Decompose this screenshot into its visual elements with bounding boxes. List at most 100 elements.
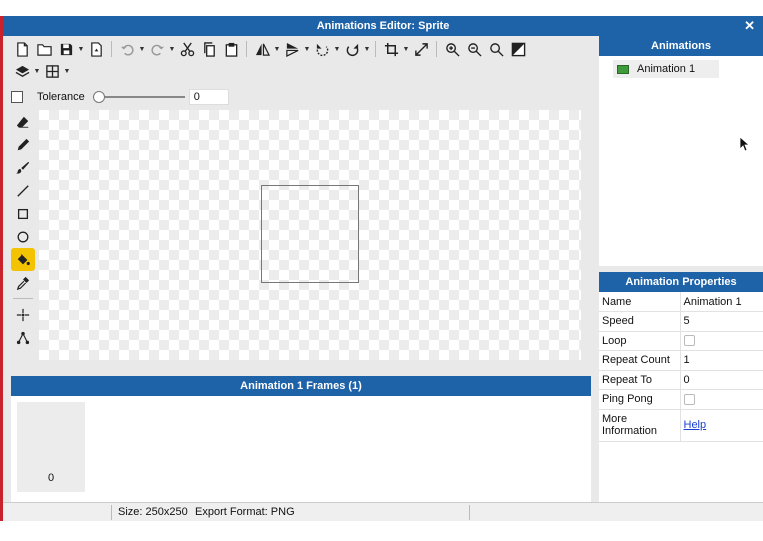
- paste-icon[interactable]: [220, 38, 242, 60]
- crop-dropdown-icon[interactable]: ▼: [402, 38, 410, 60]
- sprite-bounds: [261, 185, 359, 283]
- tolerance-value-field[interactable]: 0: [188, 89, 229, 105]
- toolbar-separator: [436, 41, 437, 57]
- new-file-icon[interactable]: [11, 38, 33, 60]
- crop-icon[interactable]: [380, 38, 402, 60]
- drawing-tools: [11, 110, 37, 349]
- undo-dropdown-icon[interactable]: ▼: [138, 38, 146, 60]
- properties-panel-header: Animation Properties: [599, 272, 763, 292]
- status-size: Size: 250x250: [118, 506, 188, 518]
- redo-icon[interactable]: [146, 38, 168, 60]
- window-title: Animations Editor: Sprite: [316, 20, 450, 32]
- animation-item-label: Animation 1: [637, 63, 696, 75]
- ping-pong-cell: [680, 389, 763, 410]
- eraser-icon[interactable]: [11, 110, 35, 133]
- tolerance-checkbox[interactable]: [11, 91, 23, 103]
- frame-thumbnail[interactable]: 0: [17, 402, 85, 492]
- status-divider: [111, 505, 112, 520]
- brush-icon[interactable]: [11, 156, 35, 179]
- tolerance-slider[interactable]: [92, 90, 185, 104]
- slider-track: [92, 96, 185, 98]
- node-icon[interactable]: [11, 326, 35, 349]
- eyedropper-icon[interactable]: [11, 271, 35, 294]
- redo-dropdown-icon[interactable]: ▼: [168, 38, 176, 60]
- cut-icon[interactable]: [176, 38, 198, 60]
- loop-checkbox[interactable]: [683, 335, 695, 347]
- copy-icon[interactable]: [198, 38, 220, 60]
- tools-separator: [13, 298, 33, 299]
- rotate-cw-dropdown-icon[interactable]: ▼: [363, 38, 371, 60]
- frame-index-label: 0: [47, 472, 55, 484]
- repeat-to-field[interactable]: 0: [680, 370, 763, 390]
- fill-bucket-icon[interactable]: [11, 248, 35, 271]
- property-key: Repeat To: [599, 370, 681, 390]
- zoom-reset-icon[interactable]: [485, 38, 507, 60]
- zoom-in-icon[interactable]: [441, 38, 463, 60]
- properties-table: Name Animation 1 Speed 5 Loop Repeat Cou…: [599, 292, 763, 442]
- ellipse-icon[interactable]: [11, 225, 35, 248]
- flip-vertical-dropdown-icon[interactable]: ▼: [303, 38, 311, 60]
- help-link[interactable]: Help: [684, 419, 707, 431]
- rotate-cw-icon[interactable]: [341, 38, 363, 60]
- pencil-icon[interactable]: [11, 133, 35, 156]
- export-icon[interactable]: [85, 38, 107, 60]
- ping-pong-checkbox[interactable]: [683, 393, 695, 405]
- animation-list-item[interactable]: Animation 1: [613, 60, 719, 78]
- property-row-repeat-to: Repeat To 0: [599, 370, 763, 390]
- animations-editor-window: Animations Editor: Sprite ✕ ▼ ▼ ▼ ▼ ▼ ▼: [0, 16, 763, 521]
- point-icon[interactable]: [11, 303, 35, 326]
- frames-panel: Animation 1 Frames (1) 0: [11, 376, 591, 502]
- tolerance-label: Tolerance: [37, 91, 85, 103]
- main-toolbar: ▼ ▼ ▼ ▼ ▼ ▼ ▼ ▼ ▼ ▼: [11, 38, 591, 86]
- toolbar-separator: [111, 41, 112, 57]
- layers-dropdown-icon[interactable]: ▼: [33, 60, 41, 82]
- close-icon[interactable]: ✕: [744, 16, 755, 36]
- property-row-ping-pong: Ping Pong: [599, 389, 763, 410]
- toolbar-row-1: ▼ ▼ ▼ ▼ ▼ ▼ ▼ ▼: [11, 38, 529, 60]
- status-export-format: Export Format: PNG: [195, 506, 295, 518]
- zoom-out-icon[interactable]: [463, 38, 485, 60]
- rotate-ccw-dropdown-icon[interactable]: ▼: [333, 38, 341, 60]
- toolbar-separator: [375, 41, 376, 57]
- animation-properties-panel: Animation Properties Name Animation 1 Sp…: [599, 272, 763, 502]
- title-bar: Animations Editor: Sprite ✕: [3, 16, 763, 36]
- save-icon[interactable]: [55, 38, 77, 60]
- property-key: Ping Pong: [599, 389, 681, 410]
- tolerance-row: Tolerance 0: [11, 88, 229, 106]
- resize-icon[interactable]: [410, 38, 432, 60]
- toolbar-separator: [246, 41, 247, 57]
- name-field[interactable]: Animation 1: [680, 292, 763, 312]
- property-row-name: Name Animation 1: [599, 292, 763, 312]
- property-key: Loop: [599, 331, 681, 351]
- animation-color-swatch: [617, 64, 629, 74]
- slider-thumb[interactable]: [92, 91, 105, 103]
- property-row-more-information: More Information Help: [599, 409, 763, 442]
- grid-icon[interactable]: [41, 60, 63, 82]
- property-key: Repeat Count: [599, 350, 681, 371]
- property-key: More Information: [599, 409, 681, 442]
- property-key: Speed: [599, 311, 681, 332]
- property-row-speed: Speed 5: [599, 311, 763, 332]
- property-key: Name: [599, 292, 681, 312]
- flip-dropdown-icon[interactable]: ▼: [273, 38, 281, 60]
- line-icon[interactable]: [11, 179, 35, 202]
- open-folder-icon[interactable]: [33, 38, 55, 60]
- save-dropdown-icon[interactable]: ▼: [77, 38, 85, 60]
- mouse-cursor-icon: [739, 136, 751, 152]
- layers-icon[interactable]: [11, 60, 33, 82]
- flip-horizontal-icon[interactable]: [251, 38, 273, 60]
- property-row-loop: Loop: [599, 331, 763, 351]
- flip-vertical-icon[interactable]: [281, 38, 303, 60]
- help-cell: Help: [680, 409, 763, 442]
- grid-dropdown-icon[interactable]: ▼: [63, 60, 71, 82]
- repeat-count-field[interactable]: 1: [680, 350, 763, 371]
- frames-panel-header: Animation 1 Frames (1): [11, 376, 591, 396]
- undo-icon[interactable]: [116, 38, 138, 60]
- toolbar-row-2: ▼ ▼: [11, 60, 71, 82]
- rotate-ccw-icon[interactable]: [311, 38, 333, 60]
- rectangle-icon[interactable]: [11, 202, 35, 225]
- fit-icon[interactable]: [507, 38, 529, 60]
- speed-field[interactable]: 5: [680, 311, 763, 332]
- loop-cell: [680, 331, 763, 351]
- sprite-canvas[interactable]: [39, 110, 581, 360]
